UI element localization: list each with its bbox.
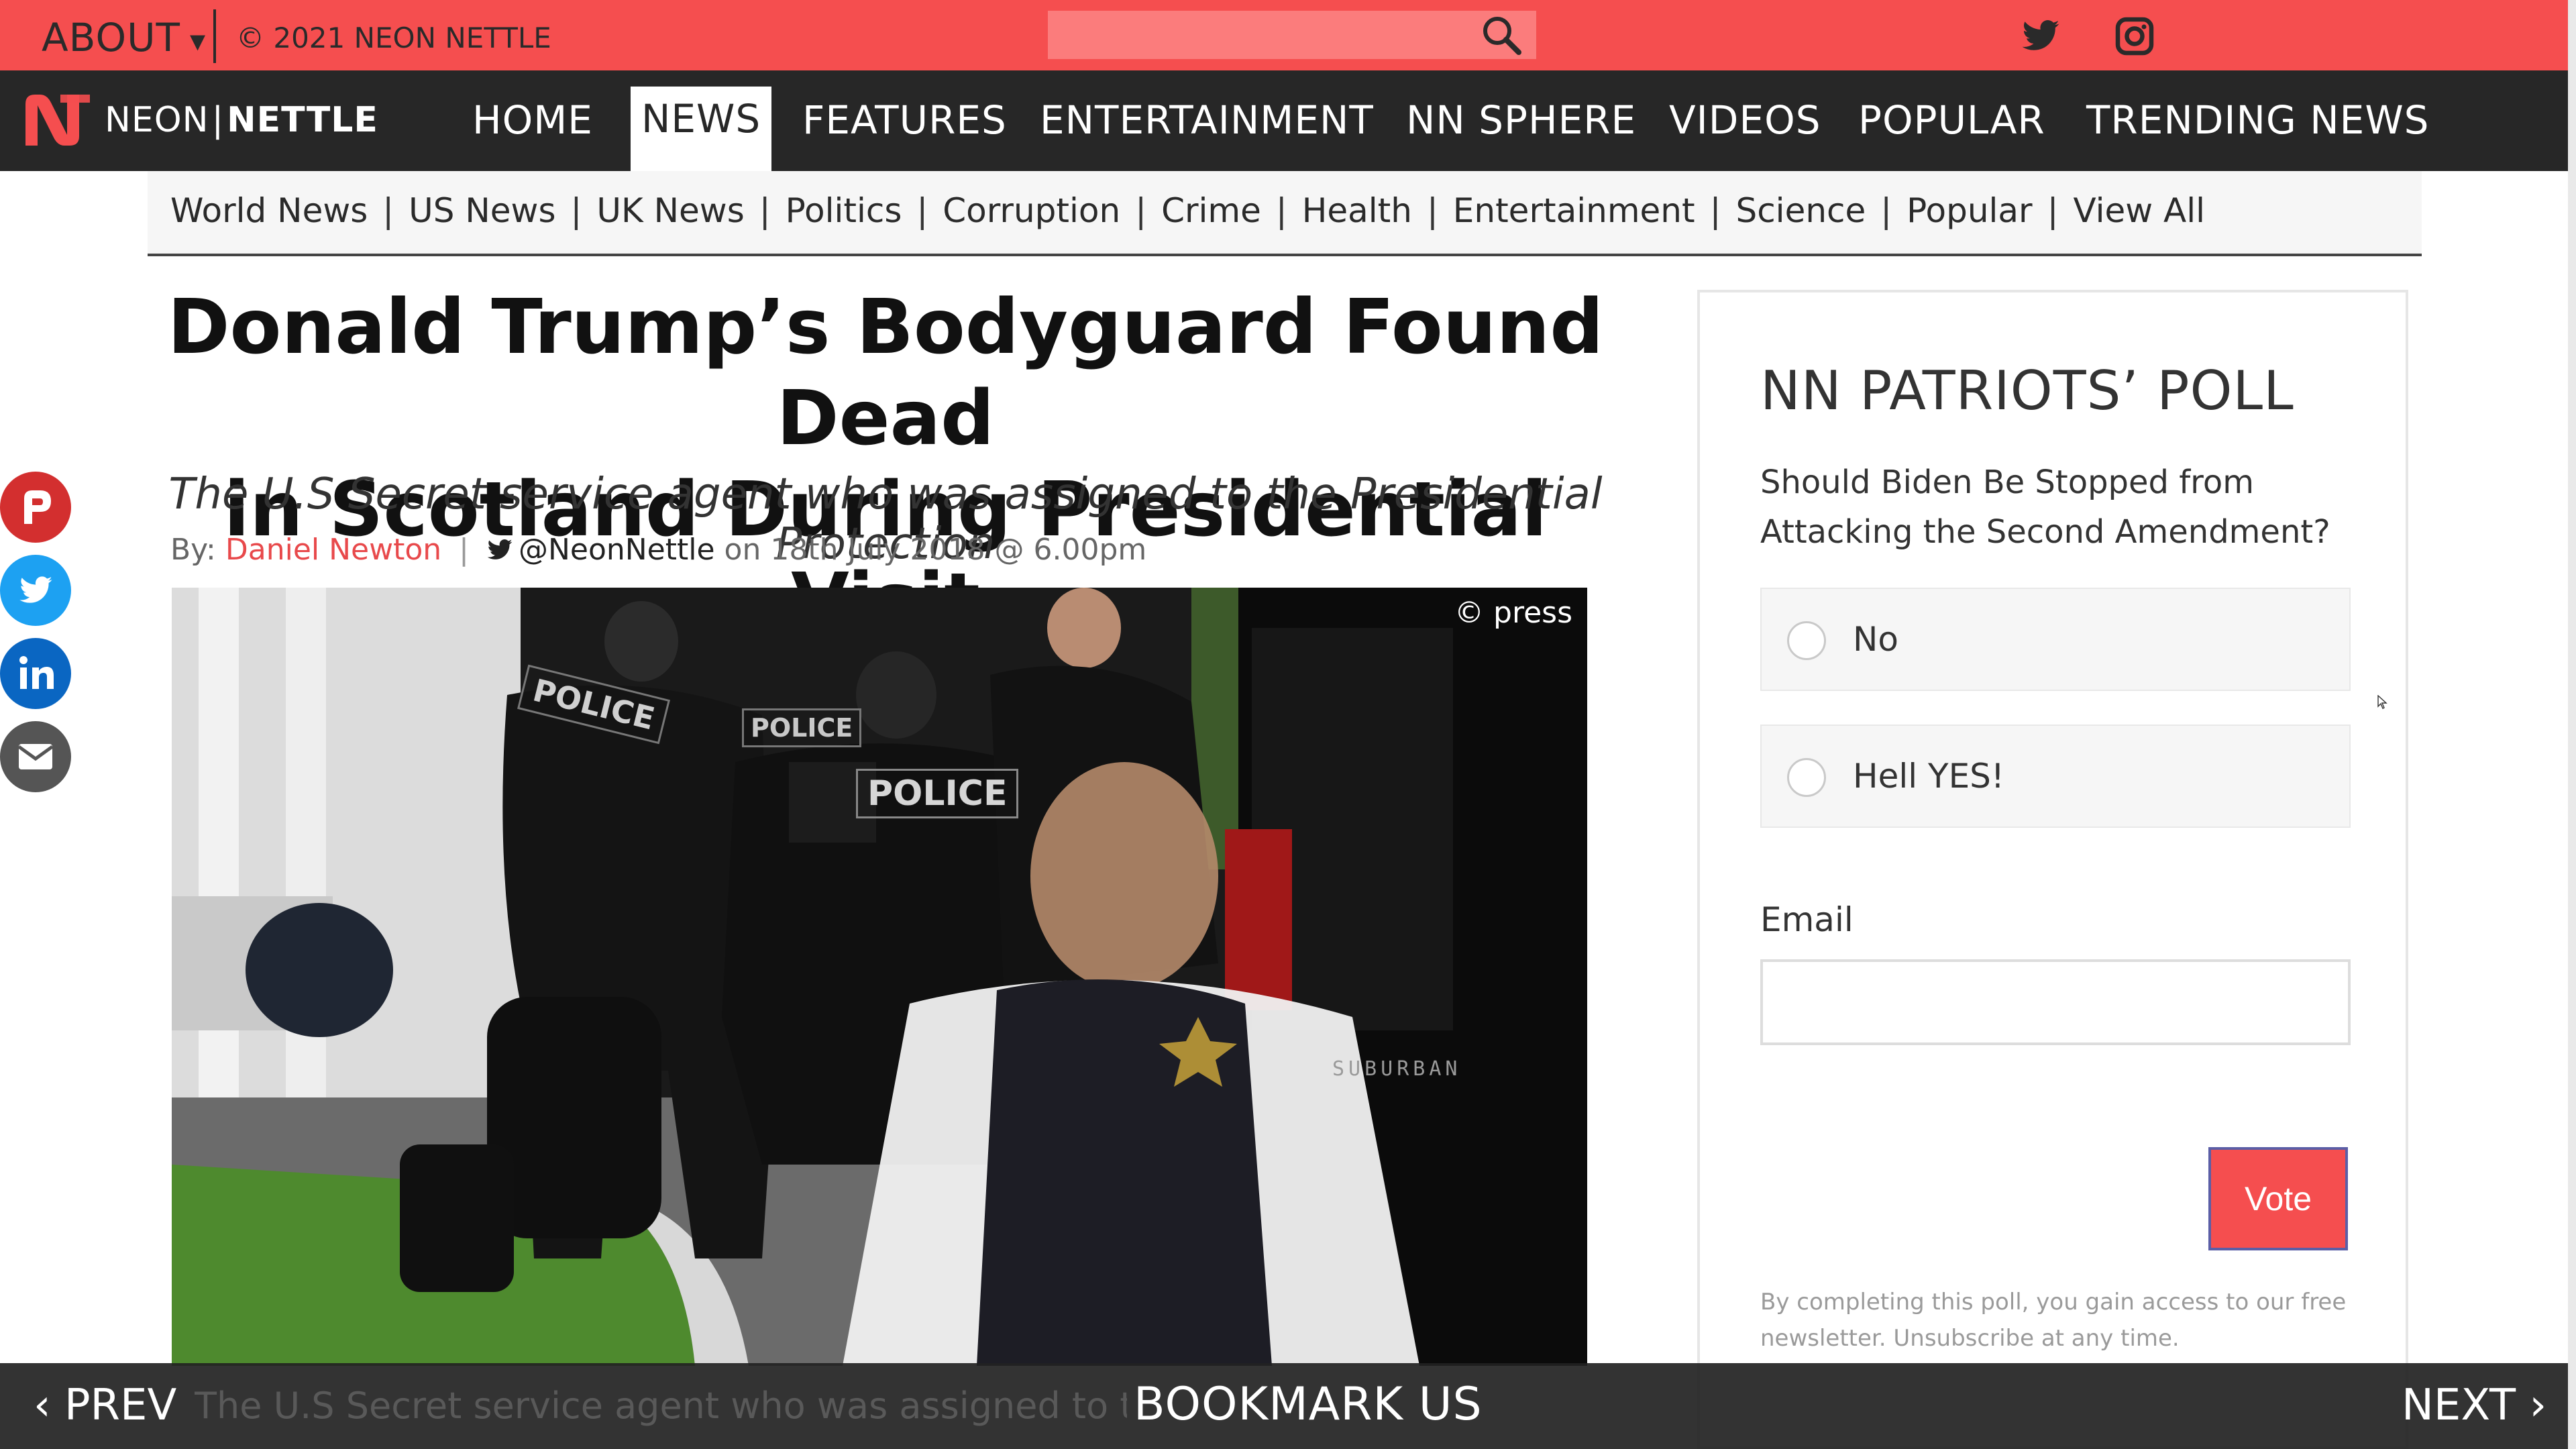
copyright-text: © 2021 NEON NETTLE (236, 21, 551, 54)
linkedin-share-button[interactable] (0, 638, 71, 709)
poll-option-no[interactable]: No (1760, 588, 2351, 691)
twitter-icon (487, 539, 513, 559)
next-article-button[interactable]: NEXT › (2402, 1381, 2546, 1430)
subnav-links: World News | US News | UK News | Politics | … (170, 191, 2205, 230)
nav-entertainment[interactable]: ENTERTAINMENT (1040, 97, 1374, 143)
parler-share-button[interactable] (0, 472, 71, 543)
subnav-crime[interactable]: Crime (1161, 191, 1261, 230)
scrollbar[interactable] (2568, 0, 2576, 1449)
radio-button[interactable] (1787, 621, 1826, 660)
bottom-article-bar: ‹ PREV The U.S Secret service agent who … (0, 1363, 2576, 1449)
chevron-down-icon: ▾ (189, 22, 207, 58)
search-input[interactable] (1048, 11, 1536, 59)
parler-icon (2, 474, 69, 541)
subnav-separator: | (1709, 191, 1721, 230)
logo-part-nettle: NETTLE (227, 100, 378, 140)
category-subnav: World News | US News | UK News | Politics | … (148, 171, 2422, 256)
poll-widget: NN PATRIOTS’ POLL Should Biden Be Stoppe… (1697, 290, 2408, 1449)
subnav-separator: | (2047, 191, 2059, 230)
ghost-article-title: The U.S Secret service agent who was ass… (195, 1385, 1127, 1427)
about-label: ABOUT (42, 15, 180, 60)
police-badge: POLICE (742, 708, 862, 747)
subnav-separator: | (759, 191, 771, 230)
main-navigation: NEON|NETTLE HOME NEWS FEATURES ENTERTAIN… (0, 70, 2576, 171)
subnav-popular[interactable]: Popular (1907, 191, 2032, 230)
instagram-icon[interactable] (2114, 16, 2155, 56)
nav-videos[interactable]: VIDEOS (1669, 97, 1821, 143)
nav-news[interactable]: NEWS (631, 87, 772, 171)
search-icon[interactable] (1480, 15, 1524, 56)
bookmark-us-button[interactable]: BOOKMARK US (1134, 1378, 1483, 1431)
nav-features[interactable]: FEATURES (802, 97, 1007, 143)
poll-option-label: Hell YES! (1853, 757, 2004, 796)
subnav-corruption[interactable]: Corruption (943, 191, 1120, 230)
poll-disclaimer: By completing this poll, you gain access… (1760, 1289, 2347, 1352)
logo-separator: | (211, 100, 225, 140)
secret-service-agents-photo (172, 588, 1587, 1366)
about-menu[interactable]: ABOUT ▾ (42, 15, 206, 60)
nav-trending-news[interactable]: TRENDING NEWS (2086, 97, 2430, 143)
by-label: By: (170, 533, 216, 567)
subnav-science[interactable]: Science (1735, 191, 1866, 230)
poll-title: NN PATRIOTS’ POLL (1760, 360, 2294, 422)
email-label: Email (1760, 900, 1854, 939)
subnav-entertainment[interactable]: Entertainment (1453, 191, 1695, 230)
subnav-health[interactable]: Health (1302, 191, 1412, 230)
nav-home[interactable]: HOME (472, 97, 593, 143)
linkedin-icon (2, 640, 69, 707)
subnav-separator: | (382, 191, 394, 230)
mouse-cursor-icon (2377, 695, 2387, 709)
photo-credit: © press (1454, 596, 1572, 630)
logo-part-neon: NEON (105, 100, 209, 140)
subnav-world-news[interactable]: World News (170, 191, 368, 230)
divider (213, 9, 216, 63)
byline-separator: | (459, 533, 469, 567)
headline-line-1: Donald Trump’s Bodyguard Found Dead (167, 284, 1604, 462)
vehicle-badge: SUBURBAN (1332, 1057, 1462, 1081)
subnav-separator: | (1275, 191, 1287, 230)
subnav-separator: | (916, 191, 928, 230)
nav-nn-sphere[interactable]: NN SPHERE (1406, 97, 1636, 143)
twitter-icon (2, 557, 69, 624)
poll-question: Should Biden Be Stopped from Attacking t… (1760, 464, 2330, 551)
prev-article-button[interactable]: ‹ PREV (34, 1381, 176, 1430)
subnav-separator: | (1426, 191, 1438, 230)
police-badge: POLICE (856, 769, 1019, 818)
article-byline: By: Daniel Newton | @NeonNettle on 18th … (170, 533, 1146, 567)
author-link[interactable]: Daniel Newton (225, 533, 441, 567)
twitter-handle-link[interactable]: @NeonNettle (519, 533, 715, 567)
email-field[interactable] (1760, 959, 2351, 1045)
article-photo: © press POLICE POLICE POLICE SUBURBAN (172, 588, 1587, 1366)
vote-button[interactable]: Vote (2208, 1147, 2348, 1250)
radio-button[interactable] (1787, 758, 1826, 797)
email-share-button[interactable] (0, 721, 71, 792)
twitter-icon[interactable] (2021, 16, 2061, 56)
logo-wordmark: NEON|NETTLE (105, 100, 378, 140)
nav-popular[interactable]: POPULAR (1858, 97, 2045, 143)
poll-option-hell-yes[interactable]: Hell YES! (1760, 724, 2351, 828)
subnav-separator: | (570, 191, 582, 230)
subnav-us-news[interactable]: US News (409, 191, 555, 230)
subnav-separator: | (1135, 191, 1147, 230)
email-icon (2, 723, 69, 790)
top-utility-bar: ABOUT ▾ © 2021 NEON NETTLE (0, 0, 2576, 70)
subnav-politics[interactable]: Politics (786, 191, 902, 230)
poll-option-label: No (1853, 620, 1898, 659)
publish-date: on 18th July 2018 @ 6.00pm (724, 533, 1147, 567)
subnav-view-all[interactable]: View All (2073, 191, 2205, 230)
twitter-share-button[interactable] (0, 555, 71, 626)
subnav-separator: | (1880, 191, 1892, 230)
site-logo[interactable]: NEON|NETTLE (20, 88, 378, 152)
neon-nettle-logo-icon (25, 95, 90, 146)
subnav-uk-news[interactable]: UK News (596, 191, 744, 230)
